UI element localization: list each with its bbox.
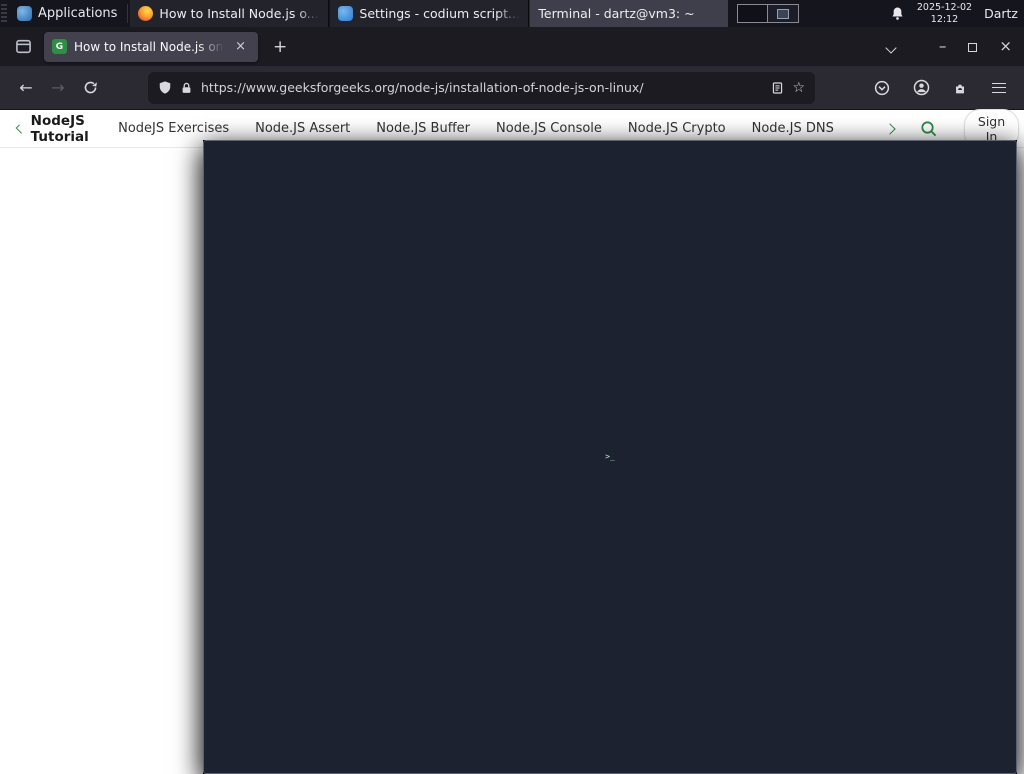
clock-time: 12:12: [930, 13, 959, 25]
url-bar[interactable]: https://www.geeksforgeeks.org/node-js/in…: [148, 71, 815, 104]
workspace-switcher: [737, 4, 800, 23]
back-chevron-icon: [15, 124, 25, 133]
window-close-button[interactable]: ×: [999, 39, 1012, 54]
url-input[interactable]: https://www.geeksforgeeks.org/node-js/in…: [201, 80, 763, 95]
nav-scroll-right-button[interactable]: [884, 122, 896, 135]
terminal-icon: >_: [203, 140, 1017, 774]
tracking-protection-shield-icon[interactable]: [158, 80, 172, 95]
taskbar-button-codium[interactable]: Settings - codium script...: [329, 0, 530, 27]
firefox-icon: [138, 6, 154, 21]
tab-title: How to Install Node.js on: [74, 39, 224, 54]
sitenav-back-link[interactable]: NodeJS Tutorial: [15, 112, 92, 145]
toolbar-extensions-area: [867, 73, 1014, 103]
window-maximize-button[interactable]: [968, 37, 978, 56]
clock-date: 2025-12-02: [916, 2, 973, 14]
sitenav-item-buffer[interactable]: Node.JS Buffer: [376, 121, 470, 136]
sitenav-item-dns[interactable]: Node.JS DNS: [752, 121, 834, 136]
codium-icon: [338, 6, 354, 21]
applications-label: Applications: [38, 6, 118, 21]
panel-handle: [1, 4, 7, 23]
sitenav-item-exercises[interactable]: NodeJS Exercises: [118, 121, 229, 136]
firefox-view-icon[interactable]: [8, 33, 38, 61]
panel-status-area: 2025-12-02 12:12 Dartz: [890, 0, 1024, 27]
taskbar-button-terminal[interactable]: >_ Terminal - dartz@vm3: ~: [203, 0, 1017, 774]
tab-close-icon[interactable]: ×: [231, 38, 250, 55]
notification-bell-icon[interactable]: [890, 6, 905, 21]
tab-bar-controls: – ×: [885, 37, 1016, 56]
window-minimize-button[interactable]: –: [939, 39, 947, 54]
bookmark-star-icon[interactable]: ☆: [792, 80, 805, 96]
reader-mode-icon[interactable]: [771, 81, 784, 95]
top-panel: Applications How to Install Node.js o...…: [0, 0, 1024, 774]
applications-menu-button[interactable]: Applications: [8, 0, 126, 27]
tab-bar: How to Install Node.js on × + – ×: [0, 27, 1024, 66]
panel-separator: [127, 4, 129, 23]
account-icon[interactable]: [906, 73, 936, 103]
site-favicon: [52, 39, 67, 54]
sitenav-item-crypto[interactable]: Node.JS Crypto: [628, 121, 726, 136]
taskbar: How to Install Node.js o... Settings - c…: [129, 0, 1017, 774]
sitenav-item-console[interactable]: Node.JS Console: [496, 121, 602, 136]
window-controls: – ×: [939, 37, 1012, 56]
taskbar-button-browser[interactable]: How to Install Node.js o...: [129, 0, 330, 27]
clock[interactable]: 2025-12-02 12:12: [917, 2, 972, 25]
menu-hamburger-icon[interactable]: [984, 73, 1014, 103]
search-icon[interactable]: [920, 120, 938, 138]
browser-tab[interactable]: How to Install Node.js on ×: [44, 31, 258, 62]
sitenav-title: NodeJS Tutorial: [30, 112, 89, 145]
user-menu[interactable]: Dartz: [984, 6, 1018, 21]
mini-window-icon: [777, 9, 790, 19]
workspace-2[interactable]: [768, 4, 800, 23]
lock-icon[interactable]: [180, 81, 193, 95]
new-tab-button[interactable]: +: [264, 37, 296, 57]
navigation-toolbar: ← → https://www.geeksforgeeks.org/node-j…: [0, 66, 1024, 110]
sitenav-item-assert[interactable]: Node.JS Assert: [255, 121, 350, 136]
back-button[interactable]: ←: [10, 72, 42, 104]
list-tabs-button[interactable]: [885, 37, 897, 56]
pocket-icon[interactable]: [867, 73, 897, 103]
reload-button[interactable]: [74, 72, 106, 104]
applications-icon: [17, 6, 32, 21]
extensions-puzzle-icon[interactable]: [945, 73, 975, 103]
workspace-1[interactable]: [737, 4, 769, 23]
forward-button[interactable]: →: [42, 72, 74, 104]
